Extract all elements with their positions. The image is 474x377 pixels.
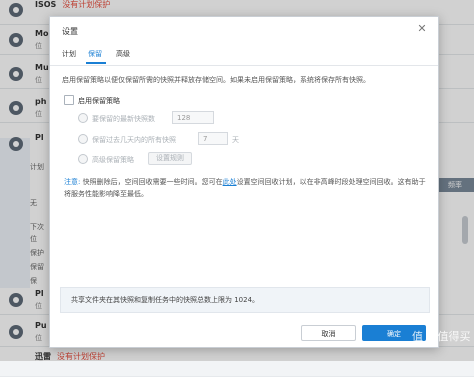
active-tab-indicator [86, 62, 106, 64]
space-reclaim-link[interactable]: 此处 [223, 178, 237, 186]
days-unit: 天 [232, 136, 239, 144]
latest-count-input[interactable]: 128 [172, 111, 214, 124]
option-advanced-label: 高级保留策略 [92, 156, 134, 164]
note-prefix: 注意: [64, 178, 81, 186]
tab-retention[interactable]: 保留 [88, 49, 102, 59]
retention-description: 启用保留策略以便仅保留所需的快照并释放存储空间。如果未启用保留策略，系统将保存所… [62, 76, 370, 84]
option-latest-count-radio[interactable] [78, 113, 88, 123]
enable-retention-label: 启用保留策略 [78, 97, 120, 105]
option-latest-count-label: 要保留的最新快照数 [92, 115, 155, 123]
option-days-label: 保留过去几天内的所有快照 [92, 136, 176, 144]
watermark: 值 么值得买 [412, 330, 471, 343]
info-box: 共享文件夹在其快照和复制任务中的快照总数上限为 1024。 [60, 287, 430, 313]
note-body-1: 快照删除后，空间回收需要一些时间。您可在 [82, 178, 223, 186]
tab-bar: 计划 保留 高级 [50, 45, 438, 66]
tab-schedule[interactable]: 计划 [62, 49, 76, 59]
info-text: 共享文件夹在其快照和复制任务中的快照总数上限为 1024。 [71, 296, 260, 304]
settings-dialog: 设置 ✕ 计划 保留 高级 启用保留策略以便仅保留所需的快照并释放存储空间。如果… [49, 16, 439, 348]
days-input[interactable]: 7 [198, 132, 228, 145]
tab-advanced[interactable]: 高级 [116, 49, 130, 59]
option-days-radio[interactable] [78, 134, 88, 144]
enable-retention-checkbox[interactable] [64, 95, 74, 105]
dialog-title: 设置 [62, 27, 78, 36]
note-text: 注意: 快照删除后，空间回收需要一些时间。您可在此处设置空间回收计划，以在非高峰… [64, 176, 429, 200]
set-rules-button[interactable]: 设置规则 [148, 152, 192, 165]
cancel-button[interactable]: 取消 [301, 325, 356, 341]
close-icon[interactable]: ✕ [416, 23, 428, 35]
option-advanced-radio[interactable] [78, 154, 88, 164]
